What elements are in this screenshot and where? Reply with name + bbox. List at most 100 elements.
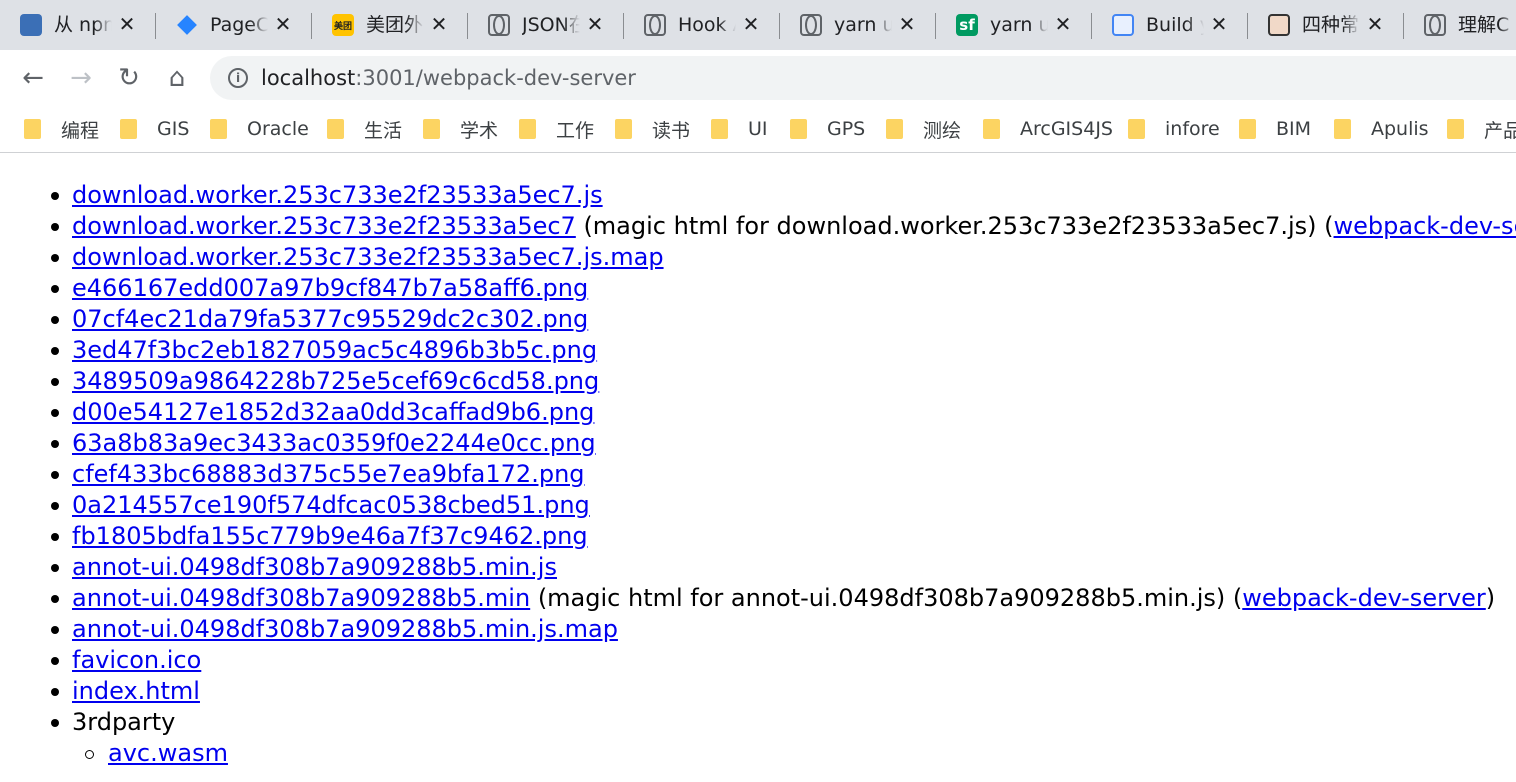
file-link[interactable]: 63a8b83a9ec3433ac0359f0e2244e0cc.png <box>72 429 596 457</box>
tab-four-kinds[interactable]: 四种常 ✕ <box>1248 0 1404 50</box>
meituan-icon: 美团 <box>332 14 354 36</box>
bookmark-folder[interactable]: 生活 <box>327 115 402 143</box>
list-item: annot-ui.0498df308b7a909288b5.min.js <box>48 552 1516 583</box>
close-icon[interactable]: ✕ <box>896 13 918 35</box>
folder-icon <box>1239 119 1256 139</box>
file-link[interactable]: 0a214557ce190f574dfcac0538cbed51.png <box>72 491 590 519</box>
file-link[interactable]: 07cf4ec21da79fa5377c95529dc2c302.png <box>72 305 588 333</box>
close-icon[interactable]: ✕ <box>1208 13 1230 35</box>
webpack-dev-server-link[interactable]: webpack-dev-server <box>1242 584 1486 612</box>
list-item: download.worker.253c733e2f23533a5ec7 (ma… <box>48 211 1516 242</box>
file-link[interactable]: cfef433bc68883d375c55e7ea9bfa172.png <box>72 460 585 488</box>
tab-yarn-1[interactable]: yarn up ✕ <box>780 0 936 50</box>
bookmark-folder[interactable]: Apulis <box>1334 115 1429 143</box>
file-link[interactable]: fb1805bdfa155c779b9e46a7f37c9462.png <box>72 522 588 550</box>
tab-understand[interactable]: 理解C <box>1404 0 1516 50</box>
reload-icon[interactable]: ↻ <box>113 62 145 94</box>
home-icon[interactable]: ⌂ <box>161 62 193 94</box>
close-icon[interactable]: ✕ <box>116 13 138 35</box>
tab-build[interactable]: Build y ✕ <box>1092 0 1248 50</box>
bookmark-label: Apulis <box>1371 118 1429 140</box>
file-link[interactable]: download.worker.253c733e2f23533a5ec7 <box>72 212 576 240</box>
bookmark-folder[interactable]: 产品 <box>1447 115 1516 143</box>
bookmark-folder[interactable]: 测绘 <box>886 115 961 143</box>
bookmark-label: infore <box>1165 118 1220 140</box>
tab-hook[interactable]: Hook A ✕ <box>624 0 780 50</box>
bookmark-folder[interactable]: 读书 <box>615 115 690 143</box>
page-content: download.worker.253c733e2f23533a5ec7.js … <box>0 156 1516 782</box>
bookmark-folder[interactable]: BIM <box>1239 115 1311 143</box>
tab-title: JSON在 <box>522 14 580 36</box>
file-link[interactable]: annot-ui.0498df308b7a909288b5.min.js.map <box>72 615 618 643</box>
tab-title: 四种常 <box>1302 14 1360 36</box>
tab-strip: 从 npm ✕ PageCo ✕ 美团 美团外卖 ✕ JSON在 ✕ Hook … <box>0 0 1516 50</box>
magic-html-note: (magic html for annot-ui.0498df308b7a909… <box>530 584 1243 612</box>
segmentfault-icon: sf <box>956 14 978 36</box>
tab-pageco[interactable]: PageCo ✕ <box>156 0 312 50</box>
file-link[interactable]: favicon.ico <box>72 646 201 674</box>
tab-title: Hook A <box>678 14 736 36</box>
file-link[interactable]: annot-ui.0498df308b7a909288b5.min.js <box>72 553 557 581</box>
bookmark-label: 学术 <box>460 119 499 142</box>
tab-title: yarn up <box>834 14 892 36</box>
tab-npm[interactable]: 从 npm ✕ <box>0 0 156 50</box>
bookmark-label: 产品 <box>1484 119 1516 142</box>
bookmark-label: BIM <box>1276 118 1312 140</box>
file-link[interactable]: download.worker.253c733e2f23533a5ec7.js <box>72 181 603 209</box>
bookmarks-bar: 编程 GIS Oracle 生活 学术 工作 读书 UI GPS 测绘 ArcG… <box>0 106 1516 153</box>
list-item: annot-ui.0498df308b7a909288b5.min.js.map <box>48 614 1516 645</box>
folder-icon <box>120 119 137 139</box>
bookmark-label: 测绘 <box>923 119 962 142</box>
back-arrow-icon[interactable]: ← <box>17 62 49 94</box>
bookmark-folder[interactable]: 学术 <box>423 115 498 143</box>
globe-icon <box>1424 14 1446 36</box>
forward-arrow-icon[interactable]: → <box>65 62 97 94</box>
bookmark-folder[interactable]: 编程 <box>24 115 99 143</box>
close-icon[interactable]: ✕ <box>1052 13 1074 35</box>
file-list: download.worker.253c733e2f23533a5ec7.js … <box>48 180 1516 769</box>
list-item: download.worker.253c733e2f23533a5ec7.js.… <box>48 242 1516 273</box>
folder-icon <box>886 119 903 139</box>
tab-title: Build y <box>1146 14 1204 36</box>
info-icon[interactable]: i <box>228 68 248 88</box>
file-link[interactable]: d00e54127e1852d32aa0dd3caffad9b6.png <box>72 398 594 426</box>
diamond-icon <box>176 14 198 36</box>
file-link[interactable]: 3ed47f3bc2eb1827059ac5c4896b3b5c.png <box>72 336 597 364</box>
globe-icon <box>800 14 822 36</box>
url-path: :3001/webpack-dev-server <box>355 66 636 90</box>
tab-json[interactable]: JSON在 ✕ <box>468 0 624 50</box>
bookmark-folder[interactable]: Oracle <box>210 115 309 143</box>
file-link[interactable]: index.html <box>72 677 200 705</box>
file-link[interactable]: download.worker.253c733e2f23533a5ec7.js.… <box>72 243 664 271</box>
list-item: 0a214557ce190f574dfcac0538cbed51.png <box>48 490 1516 521</box>
folder-icon <box>983 119 1000 139</box>
file-link[interactable]: avc.wasm <box>108 739 228 767</box>
bookmark-folder[interactable]: ArcGIS4JS <box>983 115 1113 143</box>
bookmark-folder[interactable]: GIS <box>120 115 189 143</box>
bookmark-folder[interactable]: UI <box>711 115 768 143</box>
file-link[interactable]: e466167edd007a97b9cf847b7a58aff6.png <box>72 274 588 302</box>
webpack-dev-server-link[interactable]: webpack-dev-server <box>1334 212 1516 240</box>
list-item: 07cf4ec21da79fa5377c95529dc2c302.png <box>48 304 1516 335</box>
bookmark-folder[interactable]: GPS <box>790 115 865 143</box>
url-text[interactable]: localhost:3001/webpack-dev-server <box>261 66 636 90</box>
list-item: index.html <box>48 676 1516 707</box>
close-icon[interactable]: ✕ <box>740 13 762 35</box>
tab-meituan[interactable]: 美团 美团外卖 ✕ <box>312 0 468 50</box>
close-icon[interactable]: ✕ <box>428 13 450 35</box>
folder-icon <box>327 119 344 139</box>
close-icon[interactable]: ✕ <box>272 13 294 35</box>
address-bar[interactable]: i localhost:3001/webpack-dev-server <box>210 56 1516 100</box>
build-icon <box>1112 14 1134 36</box>
globe-icon <box>488 14 510 36</box>
file-link[interactable]: 3489509a9864228b725e5cef69c6cd58.png <box>72 367 599 395</box>
bookmark-label: UI <box>748 118 768 140</box>
bookmark-label: 工作 <box>556 119 595 142</box>
file-link[interactable]: annot-ui.0498df308b7a909288b5.min <box>72 584 530 612</box>
tab-yarn-2[interactable]: sf yarn up ✕ <box>936 0 1092 50</box>
close-icon[interactable]: ✕ <box>584 13 606 35</box>
bookmark-folder[interactable]: 工作 <box>519 115 594 143</box>
bookmark-folder[interactable]: infore <box>1128 115 1220 143</box>
close-icon[interactable]: ✕ <box>1364 13 1386 35</box>
bookmark-label: 生活 <box>364 119 403 142</box>
